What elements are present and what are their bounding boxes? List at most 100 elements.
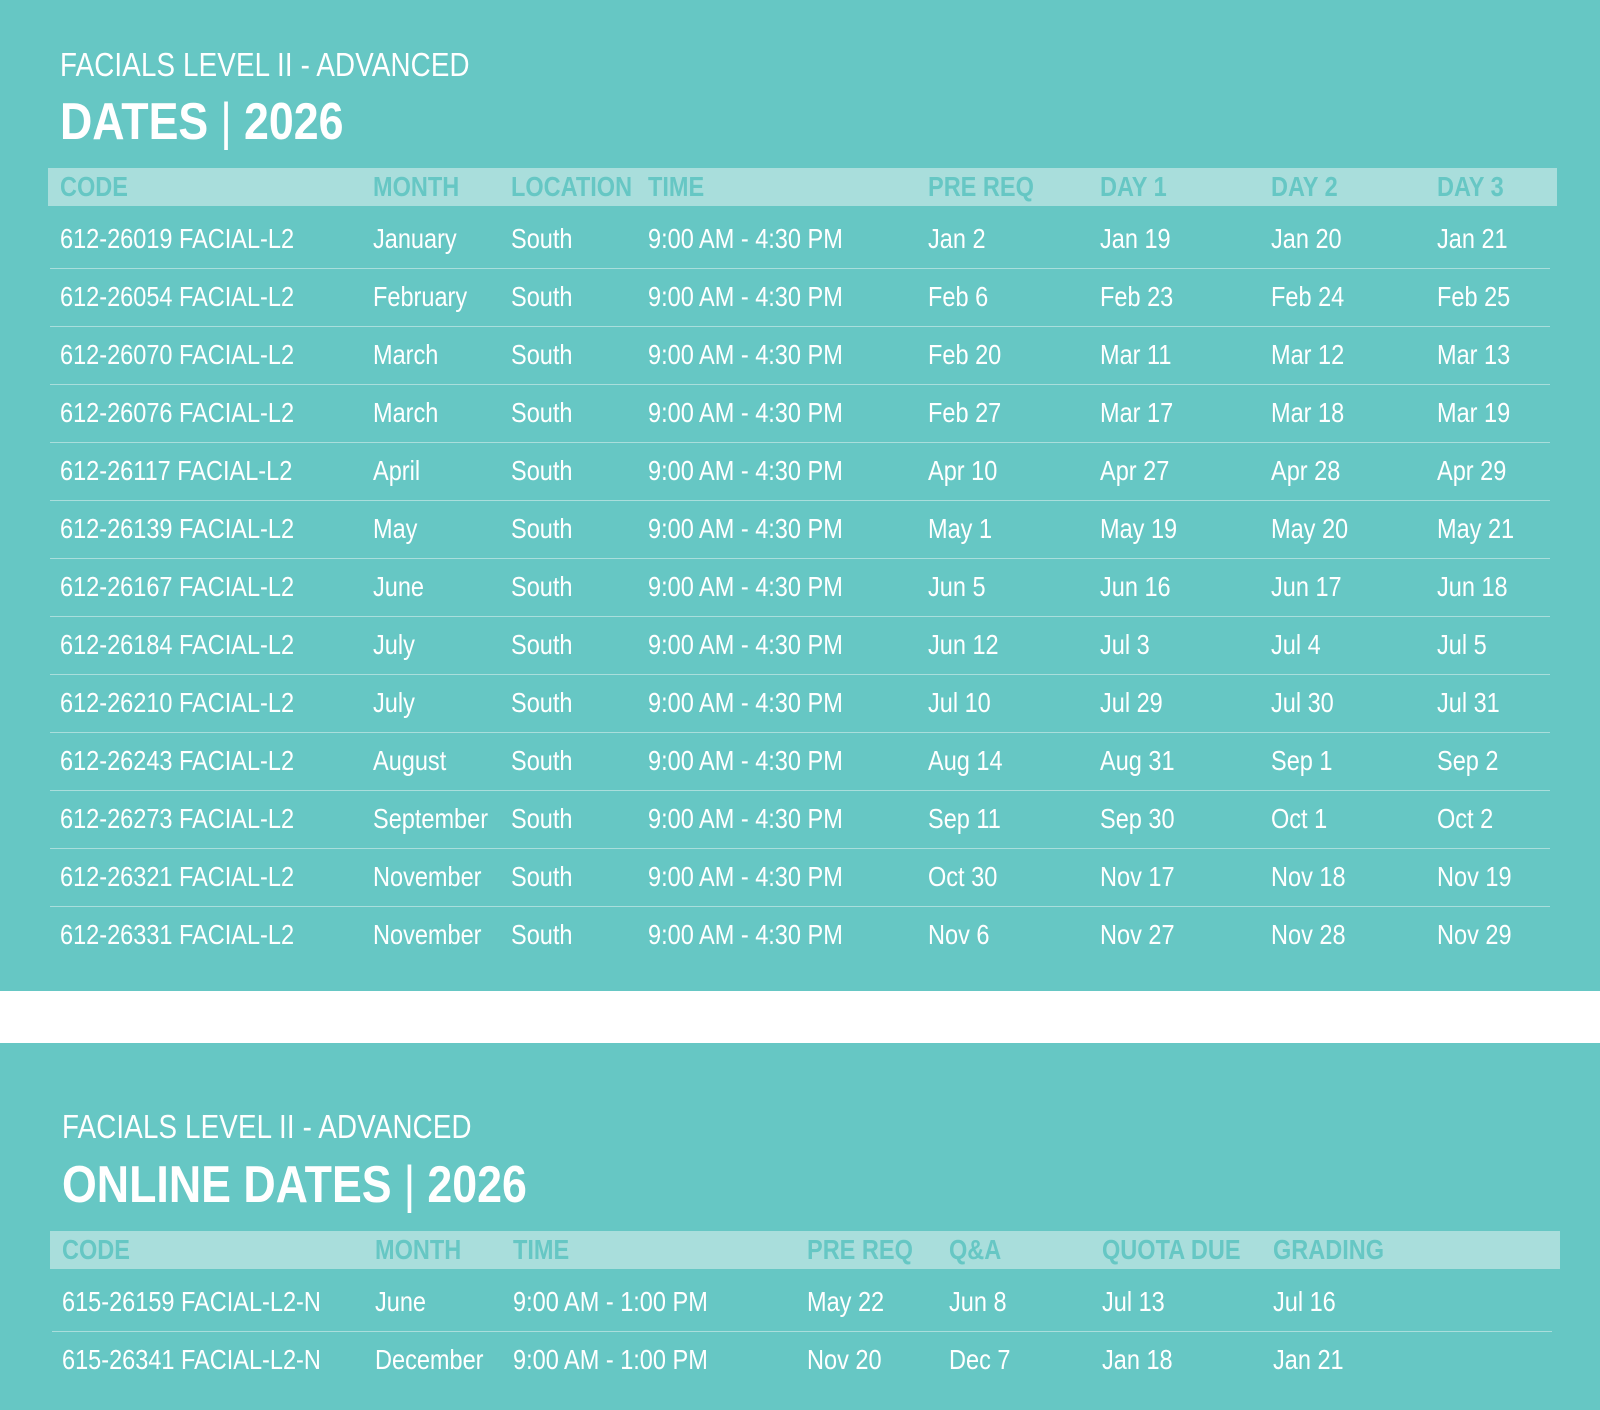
cell-day2: Jun 17 <box>1271 571 1342 602</box>
cell-code: 612-26321 FACIAL-L2 <box>60 861 295 892</box>
cell-prereq: Nov 20 <box>807 1344 882 1375</box>
online-col-header-quota: QUOTA DUE <box>1102 1234 1241 1265</box>
cell-location: South <box>511 223 573 254</box>
cell-location: South <box>511 803 573 834</box>
cell-code: 612-26331 FACIAL-L2 <box>60 919 295 950</box>
col-header-month: MONTH <box>373 171 460 202</box>
cell-day3: Jun 18 <box>1437 571 1508 602</box>
cell-qa: Jun 8 <box>949 1286 1007 1317</box>
cell-prereq: Oct 30 <box>928 861 998 892</box>
table-row: 612-26210 FACIAL-L2 July South 9:00 AM - 4:… <box>50 675 1550 733</box>
cell-day2: Nov 28 <box>1271 919 1346 950</box>
online-col-header-grading: GRADING <box>1273 1234 1385 1265</box>
cell-day1: May 19 <box>1100 513 1178 544</box>
cell-prereq: Aug 14 <box>928 745 1003 776</box>
cell-time: 9:00 AM - 1:00 PM <box>513 1286 708 1317</box>
cell-location: South <box>511 339 573 370</box>
col-header-code: CODE <box>60 171 128 202</box>
inperson-title-separator: | <box>220 93 232 151</box>
cell-code: 612-26167 FACIAL-L2 <box>60 571 295 602</box>
cell-prereq: Feb 20 <box>928 339 1002 370</box>
cell-day3: Sep 2 <box>1437 745 1499 776</box>
table-row: 612-26139 FACIAL-L2 May South 9:00 AM - 4:3… <box>50 501 1550 559</box>
cell-prereq: Feb 27 <box>928 397 1002 428</box>
cell-code: 615-26341 FACIAL-L2-N <box>62 1344 321 1375</box>
cell-code: 612-26076 FACIAL-L2 <box>60 397 295 428</box>
online-col-header-prereq: PRE REQ <box>807 1234 913 1265</box>
cell-day1: Apr 27 <box>1100 455 1170 486</box>
cell-code: 612-26210 FACIAL-L2 <box>60 687 295 718</box>
cell-month: March <box>373 339 439 370</box>
cell-day2: Mar 18 <box>1271 397 1345 428</box>
cell-quota: Jul 13 <box>1102 1286 1165 1317</box>
cell-location: South <box>511 397 573 428</box>
cell-time: 9:00 AM - 4:30 PM <box>648 513 843 544</box>
cell-time: 9:00 AM - 4:30 PM <box>648 571 843 602</box>
cell-grading: Jul 16 <box>1273 1286 1336 1317</box>
col-header-time: TIME <box>648 171 705 202</box>
table-row: 615-26341 FACIAL-L2-N December 9:00 AM - 1… <box>52 1332 1552 1390</box>
cell-day2: Apr 28 <box>1271 455 1341 486</box>
cell-day2: May 20 <box>1271 513 1349 544</box>
cell-month: November <box>373 919 482 950</box>
cell-month: April <box>373 455 421 486</box>
cell-prereq: May 1 <box>928 513 993 544</box>
cell-month: July <box>373 629 415 660</box>
cell-month: June <box>373 571 425 602</box>
cell-location: South <box>511 745 573 776</box>
cell-day2: Jan 20 <box>1271 223 1342 254</box>
cell-day1: Mar 17 <box>1100 397 1174 428</box>
cell-location: South <box>511 919 573 950</box>
cell-day2: Nov 18 <box>1271 861 1346 892</box>
inperson-table-header: CODE MONTH LOCATION TIME PRE REQ DAY 1 D… <box>48 168 1557 206</box>
online-title-text: ONLINE DATES <box>62 1156 392 1214</box>
cell-day1: Jul 3 <box>1100 629 1150 660</box>
cell-location: South <box>511 513 573 544</box>
online-col-header-month: MONTH <box>375 1234 462 1265</box>
cell-code: 612-26184 FACIAL-L2 <box>60 629 295 660</box>
col-header-location: LOCATION <box>511 171 633 202</box>
cell-day3: Nov 29 <box>1437 919 1512 950</box>
online-table-header: CODE MONTH TIME PRE REQ Q&A QUOTA DUE GR… <box>50 1231 1560 1269</box>
inperson-title-year: 2026 <box>243 93 344 151</box>
cell-month: February <box>373 281 468 312</box>
cell-location: South <box>511 629 573 660</box>
cell-time: 9:00 AM - 4:30 PM <box>648 339 843 370</box>
cell-code: 612-26070 FACIAL-L2 <box>60 339 295 370</box>
cell-location: South <box>511 455 573 486</box>
cell-day1: Jan 19 <box>1100 223 1171 254</box>
cell-month: July <box>373 687 415 718</box>
cell-time: 9:00 AM - 4:30 PM <box>648 745 843 776</box>
cell-day3: Apr 29 <box>1437 455 1507 486</box>
table-row: 612-26321 FACIAL-L2 November South 9:00 AM … <box>50 849 1550 907</box>
cell-code: 612-26054 FACIAL-L2 <box>60 281 295 312</box>
table-row: 612-26070 FACIAL-L2 March South 9:00 AM - 4… <box>50 327 1550 385</box>
cell-prereq: Jan 2 <box>928 223 986 254</box>
cell-prereq: Jul 10 <box>928 687 991 718</box>
cell-location: South <box>511 861 573 892</box>
cell-month: August <box>373 745 447 776</box>
table-row: 612-26019 FACIAL-L2 January South 9:00 AM -… <box>50 211 1550 269</box>
cell-time: 9:00 AM - 1:00 PM <box>513 1344 708 1375</box>
cell-code: 612-26019 FACIAL-L2 <box>60 223 295 254</box>
cell-location: South <box>511 571 573 602</box>
cell-day3: Mar 13 <box>1437 339 1511 370</box>
inperson-title-text: DATES <box>60 93 209 151</box>
cell-month: January <box>373 223 457 254</box>
cell-month: May <box>373 513 418 544</box>
cell-prereq: Apr 10 <box>928 455 998 486</box>
inperson-dates-panel: FACIALS LEVEL II - ADVANCED DATES | 2026 C… <box>0 0 1600 991</box>
table-row: 612-26054 FACIAL-L2 February South 9:00 AM … <box>50 269 1550 327</box>
table-row: 612-26331 FACIAL-L2 November South 9:00 AM … <box>50 907 1550 965</box>
cell-day2: Jul 30 <box>1271 687 1334 718</box>
cell-day1: Sep 30 <box>1100 803 1175 834</box>
cell-prereq: Feb 6 <box>928 281 989 312</box>
cell-day2: Sep 1 <box>1271 745 1333 776</box>
cell-day3: Jan 21 <box>1437 223 1508 254</box>
online-title-separator: | <box>403 1156 416 1214</box>
cell-location: South <box>511 687 573 718</box>
cell-day3: May 21 <box>1437 513 1515 544</box>
cell-day3: Jul 5 <box>1437 629 1487 660</box>
table-row: 612-26076 FACIAL-L2 March South 9:00 AM - 4… <box>50 385 1550 443</box>
inperson-title: DATES | 2026 <box>60 92 343 152</box>
